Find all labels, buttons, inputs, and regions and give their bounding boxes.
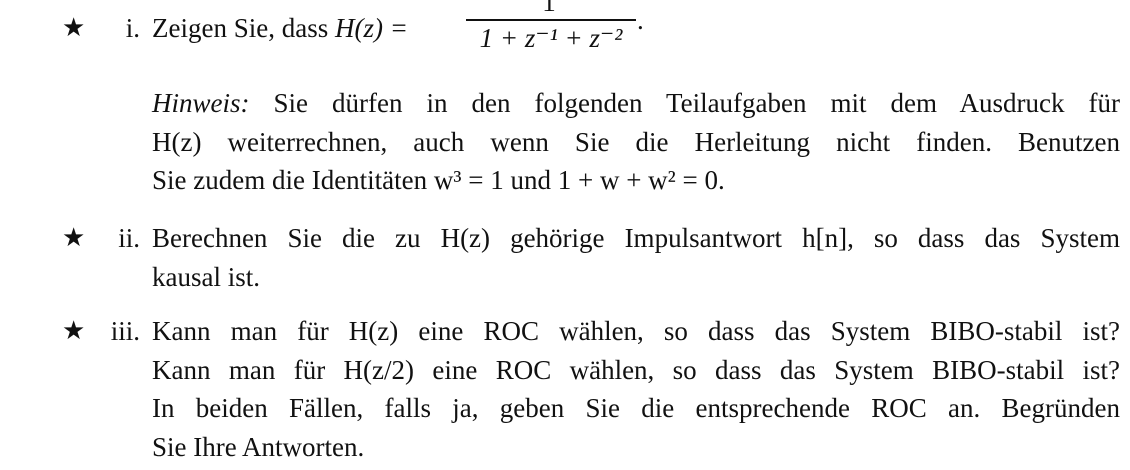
- statement-line-4: Sie Ihre Antworten.: [152, 431, 365, 462]
- task-statement: Berechnen Sie die zu H(z) gehörige Impul…: [152, 219, 1120, 296]
- intro-text: Zeigen Sie, dass: [152, 13, 329, 43]
- formula-lhs: H(z) =: [334, 13, 408, 43]
- task-statement: Kann man für H(z) eine ROC wählen, so da…: [152, 312, 1120, 466]
- statement-line-3: In beiden Fällen, falls ja, geben Sie di…: [152, 393, 1120, 423]
- statement-line-2: kausal ist.: [152, 261, 260, 292]
- item-number: i.: [125, 13, 140, 43]
- statement-line-2: Kann man für H(z/2) eine ROC wählen, so …: [152, 354, 1120, 385]
- transfer-function-fraction: 1 1 + z⁻¹ + z⁻² .: [462, 0, 644, 77]
- fraction-numerator: 1: [542, 0, 556, 17]
- item-number: iii.: [110, 316, 140, 346]
- fraction-bar: [466, 19, 636, 21]
- hint-label: Hinweis:: [152, 88, 250, 118]
- hint-line-3: Sie zudem die Identitäten w³ = 1 und 1 +…: [152, 165, 725, 195]
- item-number: ii.: [118, 223, 140, 253]
- hint-line-1: Hinweis: Sie dürfen in den folgenden Tei…: [152, 84, 1120, 123]
- hint-line-2: H(z) weiterrechnen, auch wenn Sie die He…: [152, 126, 1120, 157]
- fraction-period: .: [637, 5, 644, 35]
- statement-line-1: Berechnen Sie die zu H(z) gehörige Impul…: [152, 223, 1120, 253]
- fraction-denominator: 1 + z⁻¹ + z⁻²: [479, 23, 623, 53]
- hint-line-1-text: Sie dürfen in den folgenden Teilaufgaben…: [273, 88, 1120, 118]
- statement-line-1: Kann man für H(z) eine ROC wählen, so da…: [152, 316, 1120, 346]
